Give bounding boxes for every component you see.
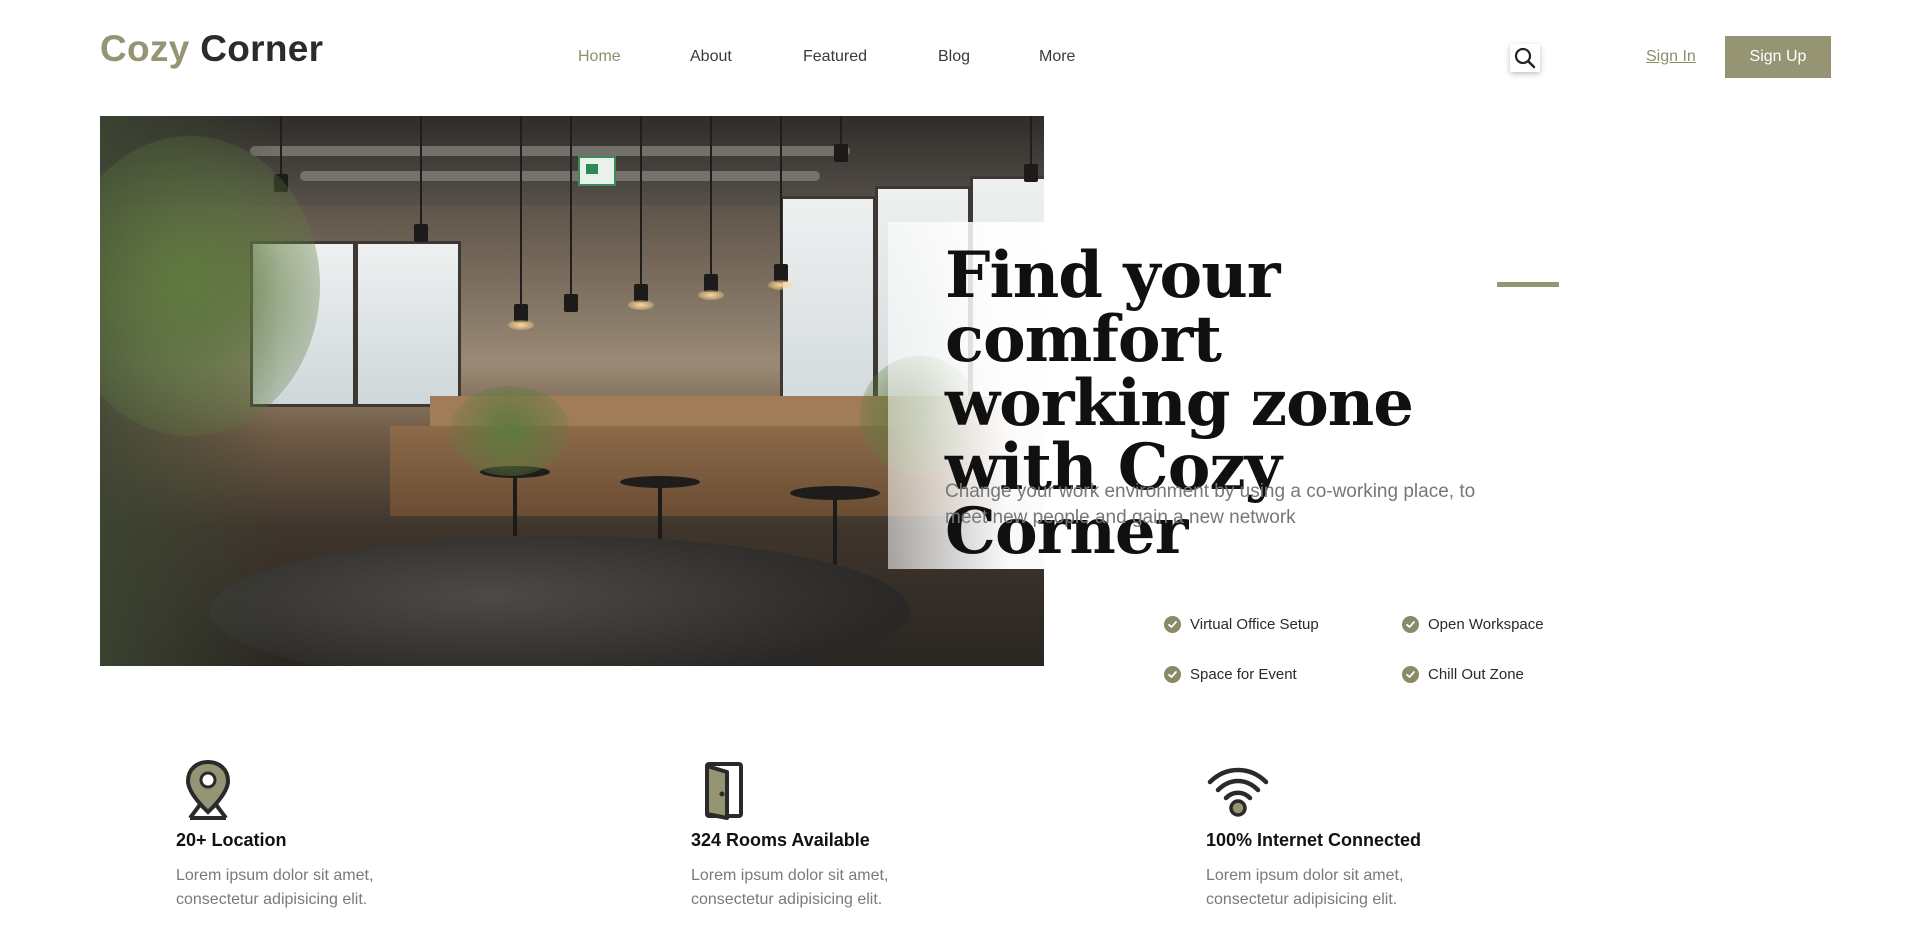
brand-name-second: Corner bbox=[200, 28, 324, 69]
pendant-cord bbox=[520, 116, 522, 306]
nav-item-home[interactable]: Home bbox=[578, 48, 621, 66]
check-circle-icon bbox=[1402, 666, 1419, 683]
window bbox=[355, 241, 461, 407]
pendant-lamp bbox=[1024, 164, 1038, 182]
stat-description: Lorem ipsum dolor sit amet, consectetur … bbox=[1206, 867, 1404, 908]
pendant-cord bbox=[420, 116, 422, 226]
pendant-cord bbox=[570, 116, 572, 296]
pendant-cord bbox=[840, 116, 842, 146]
pendant-cord bbox=[280, 116, 282, 176]
feature-item: Space for Event bbox=[1164, 666, 1297, 683]
check-circle-icon bbox=[1164, 616, 1181, 633]
pendant-lamp bbox=[834, 144, 848, 162]
wifi-icon bbox=[1207, 767, 1269, 817]
search-button[interactable] bbox=[1510, 44, 1540, 72]
table-leg bbox=[658, 486, 662, 546]
brand-name-first: Cozy bbox=[100, 28, 190, 69]
feature-label: Virtual Office Setup bbox=[1190, 616, 1319, 633]
brand-logo[interactable]: Cozy Corner bbox=[100, 28, 323, 70]
stat-title: 324 Rooms Available bbox=[691, 830, 870, 850]
lamp-glow bbox=[768, 280, 794, 290]
feature-item: Chill Out Zone bbox=[1402, 666, 1524, 683]
stat-description: Lorem ipsum dolor sit amet, consectetur … bbox=[691, 867, 889, 908]
headline-accent-line bbox=[1497, 282, 1559, 287]
check-circle-icon bbox=[1402, 616, 1419, 633]
potted-plant bbox=[450, 386, 570, 476]
feature-label: Chill Out Zone bbox=[1428, 666, 1524, 683]
ceiling-duct bbox=[300, 171, 820, 181]
lamp-glow bbox=[628, 300, 654, 310]
pendant-cord bbox=[1030, 116, 1032, 166]
pendant-cord bbox=[710, 116, 712, 276]
search-icon bbox=[1514, 47, 1536, 69]
hero-subtext: Change your work environment by using a … bbox=[945, 481, 1476, 528]
ceiling-duct bbox=[250, 146, 850, 156]
feature-label: Space for Event bbox=[1190, 666, 1297, 683]
sign-in-link[interactable]: Sign In bbox=[1646, 48, 1696, 66]
stat-description: Lorem ipsum dolor sit amet, consectetur … bbox=[176, 867, 374, 908]
feature-item: Virtual Office Setup bbox=[1164, 616, 1319, 633]
lamp-glow bbox=[698, 290, 724, 300]
exit-sign bbox=[578, 156, 616, 186]
table-leg bbox=[513, 476, 517, 536]
nav-item-more[interactable]: More bbox=[1039, 48, 1075, 66]
feature-label: Open Workspace bbox=[1428, 616, 1544, 633]
feature-item: Open Workspace bbox=[1402, 616, 1544, 633]
pendant-lamp bbox=[414, 224, 428, 242]
stat-location: 20+ Location Lorem ipsum dolor sit amet,… bbox=[176, 758, 476, 908]
pendant-lamp bbox=[564, 294, 578, 312]
nav-item-blog[interactable]: Blog bbox=[938, 48, 970, 66]
check-circle-icon bbox=[1164, 666, 1181, 683]
stat-rooms: 324 Rooms Available Lorem ipsum dolor si… bbox=[691, 758, 991, 908]
location-pin-icon bbox=[185, 759, 231, 820]
sign-up-button[interactable]: Sign Up bbox=[1725, 36, 1831, 78]
stat-title: 20+ Location bbox=[176, 830, 287, 850]
door-icon bbox=[705, 762, 743, 820]
stat-title: 100% Internet Connected bbox=[1206, 830, 1422, 850]
nav-item-about[interactable]: About bbox=[690, 48, 732, 66]
pendant-cord bbox=[640, 116, 642, 286]
lamp-glow bbox=[508, 320, 534, 330]
pendant-cord bbox=[780, 116, 782, 266]
stat-internet: 100% Internet Connected Lorem ipsum dolo… bbox=[1206, 758, 1506, 908]
foreground-table bbox=[210, 536, 910, 666]
nav-item-featured[interactable]: Featured bbox=[803, 48, 867, 66]
